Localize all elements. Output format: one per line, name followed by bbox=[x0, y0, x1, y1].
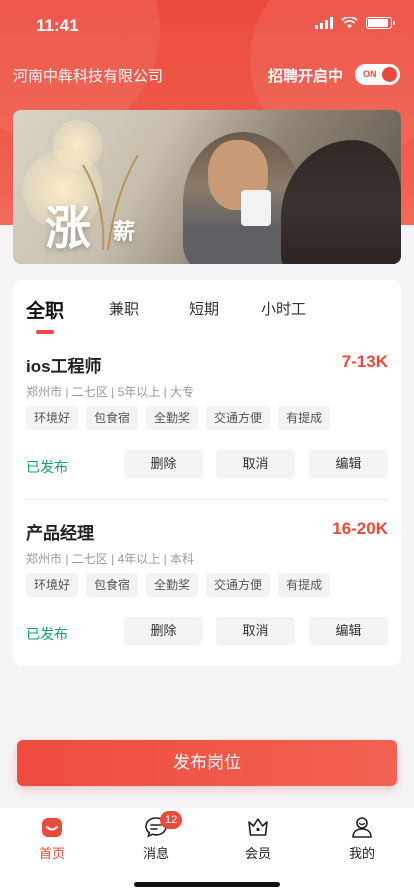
banner-person-back bbox=[281, 140, 401, 264]
delete-button[interactable]: 删除 bbox=[124, 450, 203, 478]
edit-button[interactable]: 编辑 bbox=[309, 450, 388, 478]
job-tag: 全勤奖 bbox=[146, 573, 199, 597]
job-status: 已发布 bbox=[26, 626, 68, 642]
job-type-tabs: 全职 兼职 短期 小时工 bbox=[13, 298, 401, 338]
job-tag: 环境好 bbox=[26, 573, 79, 597]
job-title: ios工程师 bbox=[26, 357, 102, 376]
status-bar: 11:41 bbox=[0, 0, 414, 50]
job-tag: 环境好 bbox=[26, 406, 79, 430]
nav-messages[interactable]: 12 消息 bbox=[126, 811, 186, 862]
toggle-label: ON bbox=[363, 69, 377, 79]
banner-subtitle: 薪 bbox=[113, 219, 136, 244]
home-icon bbox=[42, 818, 62, 837]
edit-button[interactable]: 编辑 bbox=[309, 617, 388, 645]
cancel-button[interactable]: 取消 bbox=[216, 617, 295, 645]
delete-button[interactable]: 删除 bbox=[124, 617, 203, 645]
job-tag: 有提成 bbox=[278, 573, 331, 597]
job-list-card: 全职 兼职 短期 小时工 ios工程师 7-13K 郑州市 | 二七区 | 5年… bbox=[13, 280, 401, 666]
battery-icon bbox=[366, 17, 395, 29]
tab-part-time[interactable]: 兼职 bbox=[109, 298, 139, 319]
company-name: 河南中犇科技有限公司 bbox=[13, 68, 164, 85]
job-tag: 包食宿 bbox=[86, 406, 139, 430]
banner-title: 涨 bbox=[45, 202, 93, 254]
job-tags: 环境好 包食宿 全勤奖 交通方便 有提成 bbox=[26, 406, 331, 430]
signal-icon bbox=[315, 17, 333, 29]
top-bar: 河南中犇科技有限公司 招聘开启中 ON bbox=[0, 60, 414, 88]
job-tag: 交通方便 bbox=[206, 406, 271, 430]
divider bbox=[26, 499, 388, 500]
job-title: 产品经理 bbox=[26, 524, 94, 543]
status-time: 11:41 bbox=[36, 16, 79, 35]
job-meta: 郑州市 | 二七区 | 5年以上 | 大专 bbox=[26, 385, 195, 399]
job-tag: 包食宿 bbox=[86, 573, 139, 597]
tab-hourly[interactable]: 小时工 bbox=[261, 298, 306, 319]
nav-profile[interactable]: 我的 bbox=[332, 815, 392, 862]
publish-job-button[interactable]: 发布岗位 bbox=[17, 740, 397, 786]
job-salary: 16-20K bbox=[332, 519, 388, 538]
toggle-knob bbox=[382, 67, 397, 82]
tab-indicator bbox=[36, 330, 54, 334]
job-tag: 全勤奖 bbox=[146, 406, 199, 430]
recruit-status-label: 招聘开启中 bbox=[267, 68, 343, 85]
recruit-toggle[interactable]: ON bbox=[355, 64, 400, 85]
nav-profile-label: 我的 bbox=[348, 846, 375, 861]
job-tags: 环境好 包食宿 全勤奖 交通方便 有提成 bbox=[26, 573, 331, 597]
nav-home-label: 首页 bbox=[38, 846, 65, 861]
job-tag: 有提成 bbox=[278, 406, 331, 430]
nav-membership-label: 会员 bbox=[244, 846, 271, 861]
job-meta: 郑州市 | 二七区 | 4年以上 | 本科 bbox=[26, 552, 195, 566]
nav-membership[interactable]: 会员 bbox=[228, 815, 288, 862]
mug-illustration bbox=[241, 190, 271, 226]
home-indicator bbox=[134, 882, 280, 887]
nav-home[interactable]: 首页 bbox=[22, 815, 82, 862]
job-status: 已发布 bbox=[26, 459, 68, 475]
nav-messages-label: 消息 bbox=[142, 846, 169, 861]
profile-icon bbox=[352, 817, 372, 838]
cancel-button[interactable]: 取消 bbox=[216, 450, 295, 478]
wifi-icon bbox=[341, 17, 358, 29]
tab-short-term[interactable]: 短期 bbox=[189, 298, 219, 319]
job-salary: 7-13K bbox=[341, 352, 388, 371]
tab-full-time[interactable]: 全职 bbox=[26, 296, 64, 323]
job-tag: 交通方便 bbox=[206, 573, 271, 597]
unread-badge: 12 bbox=[160, 811, 183, 829]
crown-icon bbox=[248, 818, 268, 836]
promo-banner[interactable]: 涨 薪 bbox=[13, 110, 401, 264]
